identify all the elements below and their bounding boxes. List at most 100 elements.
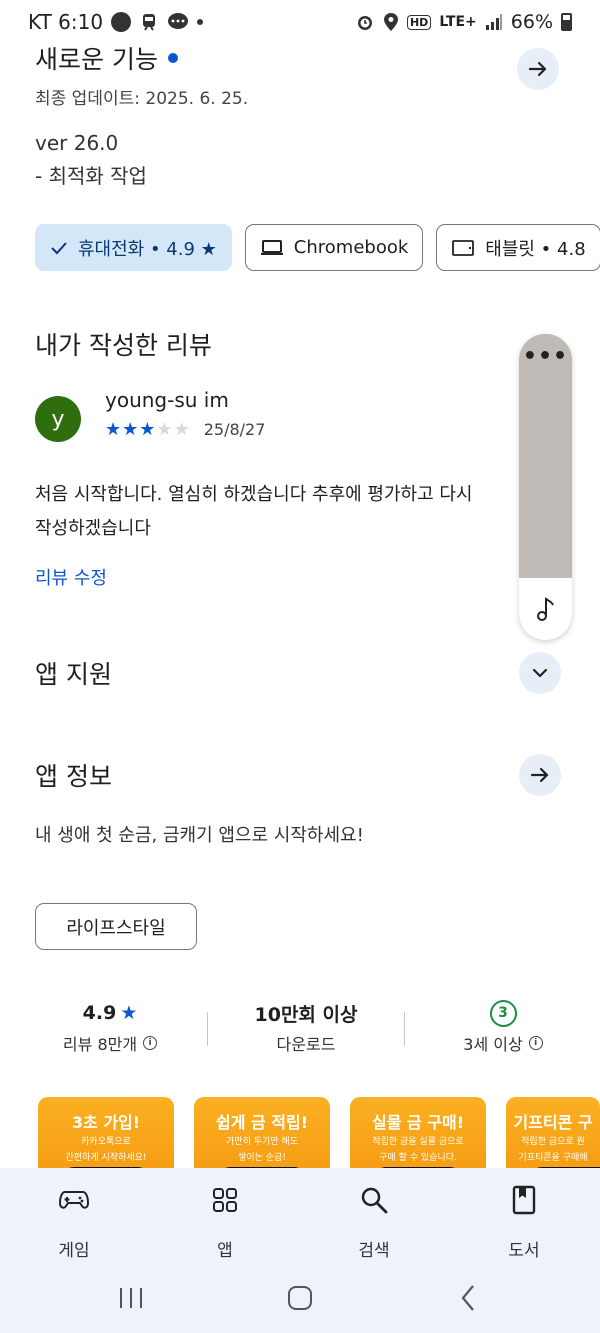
info-icon: i: [528, 1036, 543, 1050]
review-date: 25/8/27: [203, 420, 266, 439]
more-icon[interactable]: •••: [519, 344, 572, 369]
screenshot-thumbnail[interactable]: 쉽게 금 적립! 가만히 두기만 해도 쌓이는 순금!: [194, 1097, 330, 1177]
app-stats: 4.9 ★ 리뷰 8만개 i 10만회 이상 다운로드 3 3세 이상 i: [0, 998, 600, 1060]
nav-books[interactable]: 도서: [479, 1184, 569, 1261]
system-navigation-bar: [0, 1276, 600, 1320]
nav-games-label: 게임: [58, 1241, 90, 1261]
screenshot-subtitle: 적립한 금으로 원: [521, 1137, 585, 1147]
screenshot-subtitle: 쌓이는 순금!: [238, 1153, 286, 1163]
age-rating-label: 3세 이상: [463, 1035, 523, 1054]
network-indicator: LTE+: [439, 14, 477, 30]
chat-icon: [168, 13, 189, 29]
app-support-expand-button[interactable]: [519, 652, 561, 694]
nav-search[interactable]: 검색: [329, 1184, 419, 1261]
screenshot-subtitle: 간편하게 시작하세요!: [65, 1153, 147, 1163]
tablet-icon: [452, 239, 475, 256]
check-icon: [51, 241, 67, 254]
review-text-line1: 처음 시작합니다. 열심히 하겠습니다 추후에 평가하고 다시: [35, 484, 473, 505]
star-empty-icon: ★: [173, 418, 190, 440]
star-filled-icon: ★: [105, 418, 122, 440]
location-icon: [383, 13, 398, 31]
arrow-right-icon: [530, 767, 549, 783]
whats-new-arrow-button[interactable]: [517, 48, 559, 90]
downloads-label: 다운로드: [276, 1035, 336, 1054]
nav-apps-label: 앱: [217, 1241, 233, 1261]
whats-new-title: 새로운 기능: [35, 45, 158, 74]
last-updated: 최종 업데이트: 2025. 6. 25.: [35, 89, 249, 109]
review-text: 처음 시작합니다. 열심히 하겠습니다 추후에 평가하고 다시 작성하겠습니다: [35, 478, 520, 546]
nav-games[interactable]: 게임: [29, 1184, 119, 1261]
review-rating-row: ★ ★ ★ ★ ★ 25/8/27: [105, 420, 265, 439]
laptop-icon: [260, 239, 283, 255]
nav-apps[interactable]: 앱: [180, 1184, 270, 1261]
star-rating: ★ ★ ★ ★ ★: [105, 418, 190, 440]
star-icon: ★: [120, 1002, 138, 1024]
chip-tablet-label: 태블릿 • 4.8: [485, 238, 586, 260]
screenshot-title: 기프티콘 구: [513, 1113, 593, 1132]
my-review-heading: 내가 작성한 리뷰: [35, 331, 212, 360]
app-info-arrow-button[interactable]: [519, 754, 561, 796]
chip-tablet[interactable]: 태블릿 • 4.8: [436, 224, 600, 271]
avatar: y: [35, 396, 81, 442]
music-note-button[interactable]: [519, 578, 572, 640]
chip-phone-label: 휴대전화 • 4.9 ★: [78, 238, 217, 260]
train-icon: [143, 14, 156, 31]
star-empty-icon: ★: [156, 418, 173, 440]
screenshot-title: 3초 가입!: [71, 1113, 141, 1132]
signal-icon: [485, 14, 502, 30]
screenshot-subtitle: 적립한 금을 실물 금으로: [372, 1137, 464, 1147]
chip-chromebook[interactable]: Chromebook: [244, 224, 424, 271]
reviewer-name: young-su im: [105, 388, 229, 412]
screenshot-subtitle: 구매 할 수 있습니다.: [379, 1153, 457, 1163]
new-indicator-dot: [167, 53, 178, 63]
alarm-icon: [357, 16, 372, 30]
nav-search-label: 검색: [358, 1241, 390, 1261]
screenshot-carousel[interactable]: 3초 가입! 카카오톡으로 간편하게 시작하세요! 쉽게 금 적립! 가만히 두…: [38, 1097, 600, 1177]
app-info-title: 앱 정보: [35, 762, 112, 791]
chip-chromebook-label: Chromebook: [293, 237, 409, 258]
version-notes: ver 26.0 - 최적화 작업: [35, 127, 147, 193]
hd-indicator: HD: [406, 14, 432, 30]
age-rating-badge-icon: 3: [489, 999, 517, 1027]
star-filled-icon: ★: [122, 418, 139, 440]
book-icon: [512, 1185, 536, 1215]
screenshot-title: 쉽게 금 적립!: [215, 1113, 309, 1132]
review-text-line2: 작성하겠습니다: [35, 518, 151, 539]
screenshot-subtitle: 기프티콘을 구매해: [518, 1153, 588, 1163]
chevron-down-icon: [532, 668, 548, 678]
screenshot-thumbnail[interactable]: 기프티콘 구 적립한 금으로 원 기프티콘을 구매해: [506, 1097, 600, 1177]
whats-new-section: 새로운 기능 최종 업데이트: 2025. 6. 25.: [35, 40, 565, 109]
stat-rating[interactable]: 4.9 ★ 리뷰 8만개 i: [10, 998, 210, 1055]
arrow-right-icon: [528, 61, 547, 77]
screenshot-subtitle: 카카오톡으로: [81, 1137, 131, 1147]
music-note-icon: [536, 597, 554, 621]
recent-apps-button[interactable]: [101, 1276, 161, 1320]
transit-icon: [111, 12, 132, 32]
device-chips: 휴대전화 • 4.9 ★ Chromebook 태블릿 • 4.8: [35, 224, 600, 271]
floating-panel[interactable]: •••: [519, 334, 572, 640]
battery-icon: [561, 13, 572, 31]
rating-value: 4.9: [82, 1002, 117, 1024]
home-button[interactable]: [270, 1276, 330, 1320]
info-icon: i: [143, 1036, 158, 1050]
back-icon: [461, 1285, 474, 1311]
nav-books-label: 도서: [508, 1241, 540, 1261]
battery-percent: 66%: [510, 11, 553, 33]
apps-grid-icon: [213, 1188, 237, 1212]
stat-downloads: 10만회 이상 다운로드: [206, 998, 406, 1055]
version-label: ver 26.0: [35, 131, 119, 155]
screenshot-thumbnail[interactable]: 3초 가입! 카카오톡으로 간편하게 시작하세요!: [38, 1097, 174, 1177]
gamepad-icon: [59, 1191, 89, 1209]
home-icon: [288, 1286, 312, 1310]
stat-age-rating[interactable]: 3 3세 이상 i: [403, 998, 600, 1055]
back-button[interactable]: [438, 1276, 498, 1320]
status-time: KT 6:10: [28, 10, 104, 34]
bottom-navigation: 게임 앱 검색 도서: [0, 1168, 600, 1333]
star-filled-icon: ★: [139, 418, 156, 440]
category-chip[interactable]: 라이프스타일: [35, 903, 197, 950]
screenshot-title: 실물 금 구매!: [371, 1113, 465, 1132]
chip-phone[interactable]: 휴대전화 • 4.9 ★: [35, 224, 232, 271]
screenshot-thumbnail[interactable]: 실물 금 구매! 적립한 금을 실물 금으로 구매 할 수 있습니다.: [350, 1097, 486, 1177]
release-notes: - 최적화 작업: [35, 164, 147, 188]
edit-review-link[interactable]: 리뷰 수정: [35, 564, 107, 590]
